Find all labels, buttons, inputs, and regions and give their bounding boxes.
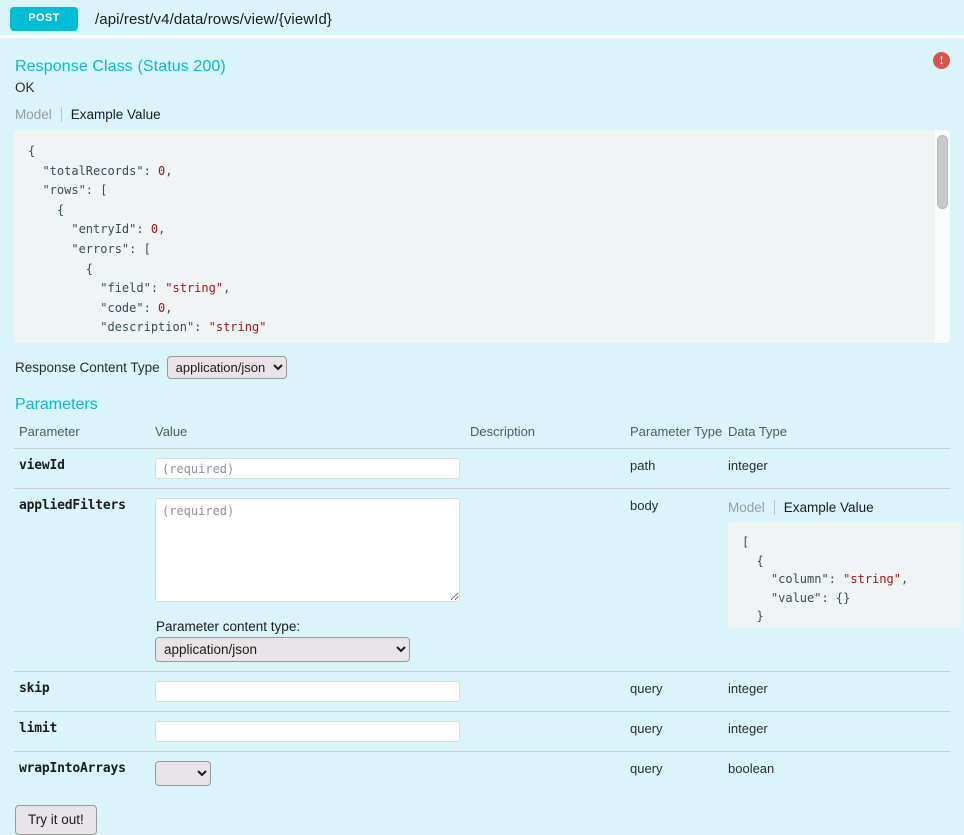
param-description-wrapintoarrays [465,752,625,796]
code-block-scrollbar[interactable] [935,130,950,343]
param-type-viewid: path [630,458,656,473]
appliedfilters-textarea[interactable] [155,498,460,602]
body-tab-model[interactable]: Model [728,500,774,515]
response-class-description: OK [15,80,35,95]
table-row: skip query integer [14,671,950,712]
param-description-viewid [465,449,625,489]
parameter-content-type-label: Parameter content type: [156,619,301,634]
data-type-wrapintoarrays: boolean [728,761,775,776]
http-method-badge[interactable]: POST [10,7,78,31]
parameters-title: Parameters [15,396,98,413]
param-value-cell-skip [150,672,465,712]
data-type-skip: integer [728,681,768,696]
tab-example-value[interactable]: Example Value [60,107,170,122]
response-content-type-select[interactable]: application/json [166,356,287,379]
body-model-panel: Model Example Value [ { "column": "strin… [728,498,962,628]
response-content-type-row: Response Content Type application/json [14,343,950,379]
body-example-json: [ { "column": "string", "value": {} } ] [742,535,909,628]
limit-input[interactable] [155,721,460,742]
response-model-tabs: Model Example Value [14,95,950,130]
column-header-parameter-type-text: Parameter Type [630,424,723,439]
param-type-skip: query [630,681,663,696]
wrapintoarrays-select[interactable] [155,761,211,786]
param-name-limit: limit [19,721,58,736]
response-class-title: Response Class (Status 200) [15,58,226,75]
param-name-viewid: viewId [19,458,65,473]
column-header-description: Description [470,424,536,439]
table-row: limit query integer [14,711,950,752]
param-value-cell-appliedfilters: Parameter content type: application/json [150,489,465,672]
response-example-json: { "totalRecords": 0, "rows": [ { "entryI… [28,144,267,335]
param-description-limit [465,712,625,752]
response-content-type-label: Response Content Type [15,360,160,375]
column-header-parameter-type: Parameter Type [625,424,723,449]
tab-model[interactable]: Model [15,107,61,122]
column-header-value: Value [155,424,188,439]
data-type-viewid: integer [728,458,768,473]
operation-header[interactable]: POST /api/rest/v4/data/rows/view/{viewId… [0,0,964,38]
endpoint-path[interactable]: /api/rest/v4/data/rows/view/{viewId} [95,11,332,28]
try-it-out-button[interactable]: Try it out! [15,805,97,835]
parameters-table-header-row: Parameter Value Description Parameter Ty… [14,424,950,449]
operation-body: ! Response Class (Status 200) OK Model E… [0,38,964,835]
table-row: appliedFilters Parameter content type: a… [14,488,962,672]
data-type-limit: integer [728,721,768,736]
param-type-appliedfilters: body [630,498,659,513]
param-name-appliedfilters: appliedFilters [19,498,126,513]
param-type-limit: query [630,721,663,736]
viewid-input[interactable] [155,458,460,479]
param-value-cell-wrapintoarrays [150,752,465,796]
param-value-cell-viewid [150,449,465,489]
param-name-skip: skip [19,681,50,696]
code-block-scrollbar-thumb[interactable] [937,135,948,209]
table-row: wrapIntoArrays query boolean [14,751,950,796]
param-description-appliedfilters [465,489,625,672]
response-example-code-block: { "totalRecords": 0, "rows": [ { "entryI… [14,130,950,343]
exclamation-circle-icon[interactable]: ! [933,52,950,69]
body-model-tabs: Model Example Value [728,500,950,522]
table-row: viewId path integer [14,448,950,489]
param-description-skip [465,672,625,712]
skip-input[interactable] [155,681,460,702]
column-header-parameter: Parameter [19,424,80,439]
parameter-content-type-select[interactable]: application/json [155,637,410,662]
data-type-appliedfilters: Model Example Value [ { "column": "strin… [723,489,962,672]
param-value-cell-limit [150,712,465,752]
parameters-table: Parameter Value Description Parameter Ty… [14,424,962,796]
body-example-code-block: [ { "column": "string", "value": {} } ] [728,522,962,628]
param-type-wrapintoarrays: query [630,761,663,776]
column-header-data-type: Data Type [728,424,788,439]
param-name-wrapintoarrays: wrapIntoArrays [19,761,126,776]
body-tab-example-value[interactable]: Example Value [773,500,883,515]
